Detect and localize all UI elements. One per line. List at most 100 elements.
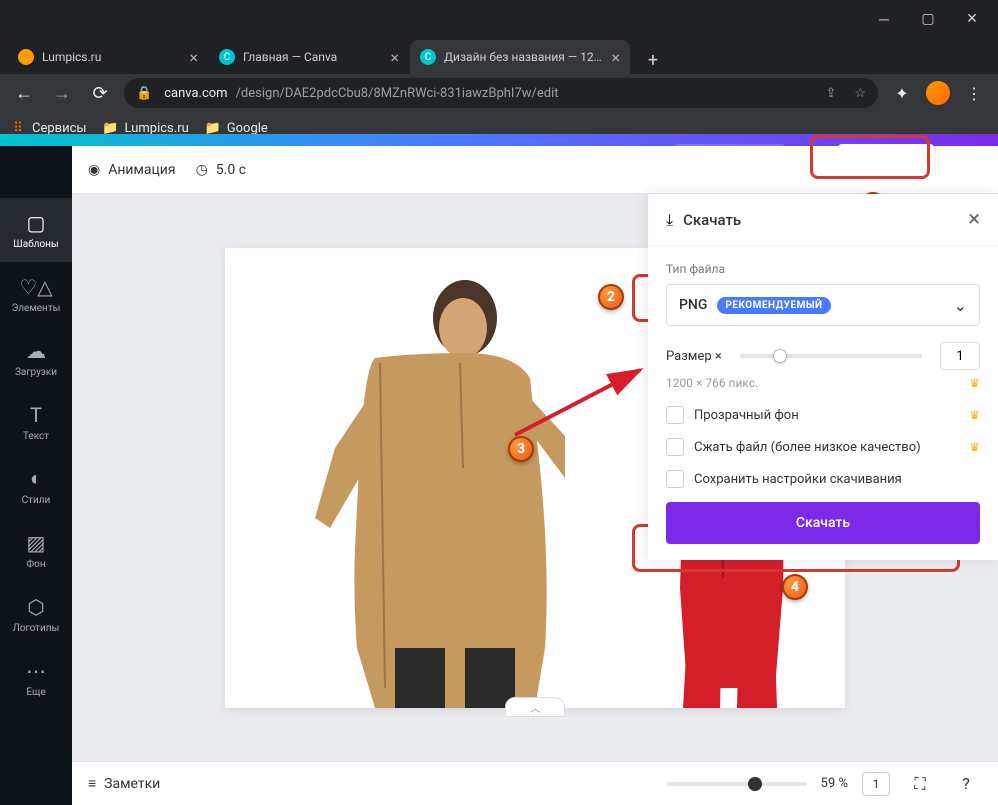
profile-avatar[interactable] — [926, 81, 950, 105]
canva-footer: ≡ Заметки 59 % 1 ⛶ ? — [72, 761, 998, 805]
canva-main: ◉ Анимация ◷ 5.0 с — [72, 146, 998, 805]
close-tab-icon[interactable]: × — [611, 48, 620, 67]
bookmark-star-icon[interactable]: ☆ — [854, 86, 866, 101]
download-confirm-button[interactable]: Скачать — [666, 502, 980, 544]
compress-checkbox-row[interactable]: Сжать файл (более низкое качество) ♛ — [666, 438, 980, 456]
crown-icon: ♛ — [969, 408, 980, 422]
lock-icon: 🔒 — [136, 86, 152, 101]
notes-button[interactable]: ≡ Заметки — [88, 775, 160, 792]
favicon-icon: C — [219, 49, 235, 65]
close-tab-icon[interactable]: × — [189, 48, 198, 67]
options-bar: ◉ Анимация ◷ 5.0 с — [72, 146, 998, 194]
extensions-icon[interactable]: ✦ — [888, 79, 916, 107]
notes-icon: ≡ — [88, 775, 96, 792]
size-input[interactable] — [940, 342, 980, 370]
crown-icon: ♛ — [969, 440, 980, 454]
checkbox-label: Прозрачный фон — [694, 408, 959, 423]
tab-title: Дизайн без названия — 1200 — [444, 50, 603, 64]
crown-icon: ♛ — [969, 376, 980, 390]
clock-icon: ◷ — [196, 162, 208, 178]
page-jump-handle[interactable]: ︿ — [505, 697, 565, 717]
chevron-up-icon: ︿ — [530, 700, 540, 715]
elements-icon: ♡△ — [19, 275, 52, 299]
page-number: 1 — [873, 777, 880, 791]
canva-sidebar: ▢ Шаблоны ♡△ Элементы ☁ Загрузки T Текст ◐Ст… — [0, 146, 72, 805]
browser-menu-icon[interactable]: ⋮ — [960, 79, 988, 107]
dimensions-text: 1200 × 766 пикс. — [666, 376, 758, 390]
size-slider[interactable] — [740, 354, 922, 358]
checkbox[interactable] — [666, 438, 684, 456]
url-path: /design/DAE2pdcCbu8/8MZnRWci-831iawzBphI… — [236, 86, 559, 101]
annotation-badge-2: 2 — [598, 284, 624, 310]
page-count-button[interactable]: 1 — [862, 772, 890, 796]
url-domain: canva.com — [164, 86, 227, 101]
download-icon: ⤓ — [666, 210, 673, 230]
sidebar-label: Фон — [26, 559, 45, 570]
sidebar-item-more[interactable]: ⋯Еще — [0, 646, 72, 710]
chevron-down-icon: ⌄ — [954, 296, 967, 315]
canvas-image-person-left[interactable] — [285, 268, 565, 708]
sidebar-item-background[interactable]: ▨ Фон — [0, 518, 72, 582]
url-input[interactable]: 🔒 canva.com/design/DAE2pdcCbu8/8MZnRWci-… — [124, 78, 878, 108]
text-icon: T — [30, 403, 42, 427]
transparent-bg-checkbox-row[interactable]: Прозрачный фон ♛ — [666, 406, 980, 424]
time-label: 5.0 с — [216, 162, 246, 178]
file-type-value: PNG — [679, 297, 707, 313]
checkbox[interactable] — [666, 406, 684, 424]
save-settings-checkbox-row[interactable]: Сохранить настройки скачивания — [666, 470, 980, 488]
notes-label: Заметки — [104, 776, 160, 792]
share-url-icon[interactable]: ⇪ — [825, 86, 836, 101]
hexagon-icon: ⬡ — [27, 595, 44, 619]
close-window-button[interactable]: ✕ — [950, 4, 994, 34]
maximize-button[interactable]: ▢ — [906, 4, 950, 34]
nav-forward-icon[interactable]: → — [48, 83, 76, 104]
sidebar-label: Логотипы — [13, 623, 60, 634]
fullscreen-button[interactable]: ⛶ — [904, 768, 936, 800]
reload-icon[interactable]: ⟳ — [86, 83, 114, 104]
address-bar-row: ← → ⟳ 🔒 canva.com/design/DAE2pdcCbu8/8MZ… — [0, 74, 998, 112]
animation-label: Анимация — [108, 162, 175, 178]
close-panel-button[interactable]: × — [968, 207, 980, 232]
sparkle-icon: ◉ — [88, 162, 100, 178]
hatch-icon: ▨ — [27, 531, 46, 555]
favicon-icon — [18, 49, 34, 65]
sidebar-item-elements[interactable]: ♡△ Элементы — [0, 262, 72, 326]
sidebar-label: Еще — [26, 687, 45, 698]
browser-tab-canva-home[interactable]: C Главная — Canva × — [209, 40, 409, 74]
minimize-button[interactable]: ─ — [862, 4, 906, 34]
sidebar-label: Стили — [22, 495, 51, 506]
browser-tab-lumpics[interactable]: Lumpics.ru × — [8, 40, 208, 74]
annotation-badge-3: 3 — [508, 436, 534, 462]
browser-tab-canva-design[interactable]: C Дизайн без названия — 1200 × — [410, 40, 630, 74]
checkbox-label: Сохранить настройки скачивания — [694, 472, 902, 487]
panel-title: Скачать — [683, 211, 958, 229]
browser-tabs: Lumpics.ru × C Главная — Canva × C Дизай… — [0, 38, 998, 74]
slider-thumb[interactable] — [773, 349, 787, 363]
animation-button[interactable]: ◉ Анимация — [88, 162, 176, 178]
zoom-slider[interactable] — [667, 782, 807, 786]
sidebar-item-styles[interactable]: ◐Стили — [0, 454, 72, 518]
sidebar-item-text[interactable]: T Текст — [0, 390, 72, 454]
close-tab-icon[interactable]: × — [390, 48, 399, 67]
time-button[interactable]: ◷ 5.0 с — [196, 162, 246, 178]
nav-back-icon[interactable]: ← — [10, 83, 38, 104]
sidebar-label: Загрузки — [15, 367, 57, 378]
download-panel: ⤓ Скачать × Тип файла PNG РЕКОМЕНДУЕМЫЙ … — [648, 194, 998, 560]
file-type-select[interactable]: PNG РЕКОМЕНДУЕМЫЙ ⌄ — [666, 284, 980, 326]
cloud-upload-icon: ☁ — [26, 339, 46, 363]
sidebar-item-uploads[interactable]: ☁ Загрузки — [0, 326, 72, 390]
sidebar-label: Элементы — [12, 303, 61, 314]
checkbox[interactable] — [666, 470, 684, 488]
help-button[interactable]: ? — [950, 768, 982, 800]
sidebar-label: Шаблоны — [13, 239, 58, 250]
size-label: Размер × — [666, 349, 722, 364]
templates-icon: ▢ — [27, 211, 46, 235]
file-type-label: Тип файла — [666, 262, 980, 276]
new-tab-button[interactable]: + — [639, 46, 667, 74]
sidebar-item-logos[interactable]: ⬡ Логотипы — [0, 582, 72, 646]
tab-title: Главная — Canva — [243, 50, 382, 64]
zoom-value[interactable]: 59 % — [821, 776, 848, 791]
sidebar-label: Текст — [23, 431, 49, 442]
slider-thumb[interactable] — [748, 777, 762, 791]
sidebar-item-templates[interactable]: ▢ Шаблоны — [0, 198, 72, 262]
